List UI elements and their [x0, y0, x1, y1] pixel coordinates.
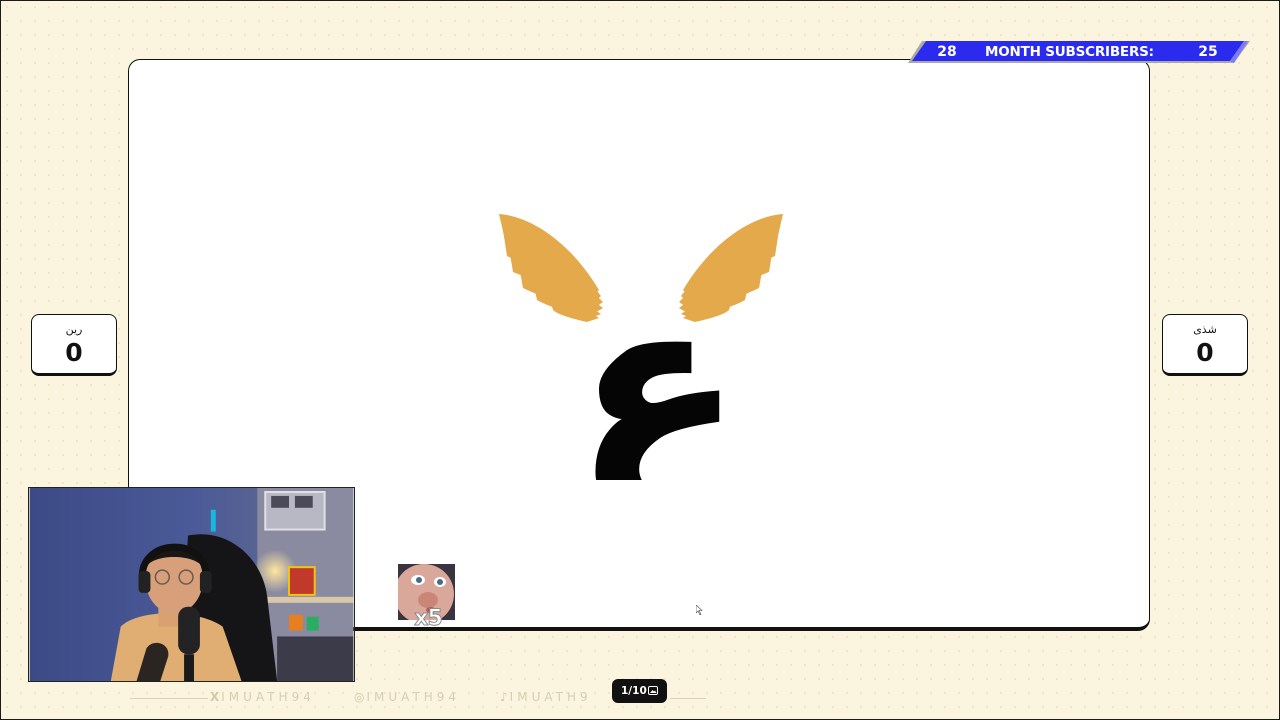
- player-score-right: شذى 0: [1162, 314, 1248, 376]
- social-handle-text: IMUATH94: [366, 690, 461, 704]
- player-name-right: شذى: [1193, 323, 1217, 336]
- pagination-label: 1/10: [621, 685, 647, 697]
- emote-multiplier: x5: [414, 606, 444, 632]
- tiktok-icon: ♪: [500, 690, 508, 704]
- image-icon: [648, 686, 658, 695]
- subscribers-left-count: 28: [937, 44, 957, 60]
- subscribers-right-count: 25: [1198, 44, 1218, 60]
- player-name-left: رين: [65, 323, 83, 336]
- social-divider: [130, 698, 208, 699]
- player-score-left: رين 0: [31, 314, 117, 376]
- social-divider: [670, 698, 706, 699]
- x-icon: X: [210, 690, 220, 704]
- winged-letter-logo: ع: [499, 214, 783, 480]
- player-score-value-right: 0: [1196, 338, 1214, 367]
- instagram-icon: ◎: [354, 690, 365, 704]
- webcam-feed: [28, 487, 355, 682]
- social-handle-text: IMUATH94: [221, 690, 315, 704]
- player-score-value-left: 0: [65, 338, 83, 367]
- social-handle-instagram: ◎ IMUATH94: [354, 690, 460, 704]
- social-handle-x: X IMUATH94: [210, 690, 315, 704]
- mouse-cursor-icon: [696, 605, 703, 615]
- subscribers-label: MONTH SUBSCRIBERS:: [985, 44, 1154, 60]
- ain-letter: ع: [574, 240, 754, 480]
- social-handle-tiktok: ♪ IMUATH9: [500, 690, 592, 704]
- social-handle-text: IMUATH9: [509, 690, 592, 704]
- question-pagination: 1/10: [612, 679, 667, 703]
